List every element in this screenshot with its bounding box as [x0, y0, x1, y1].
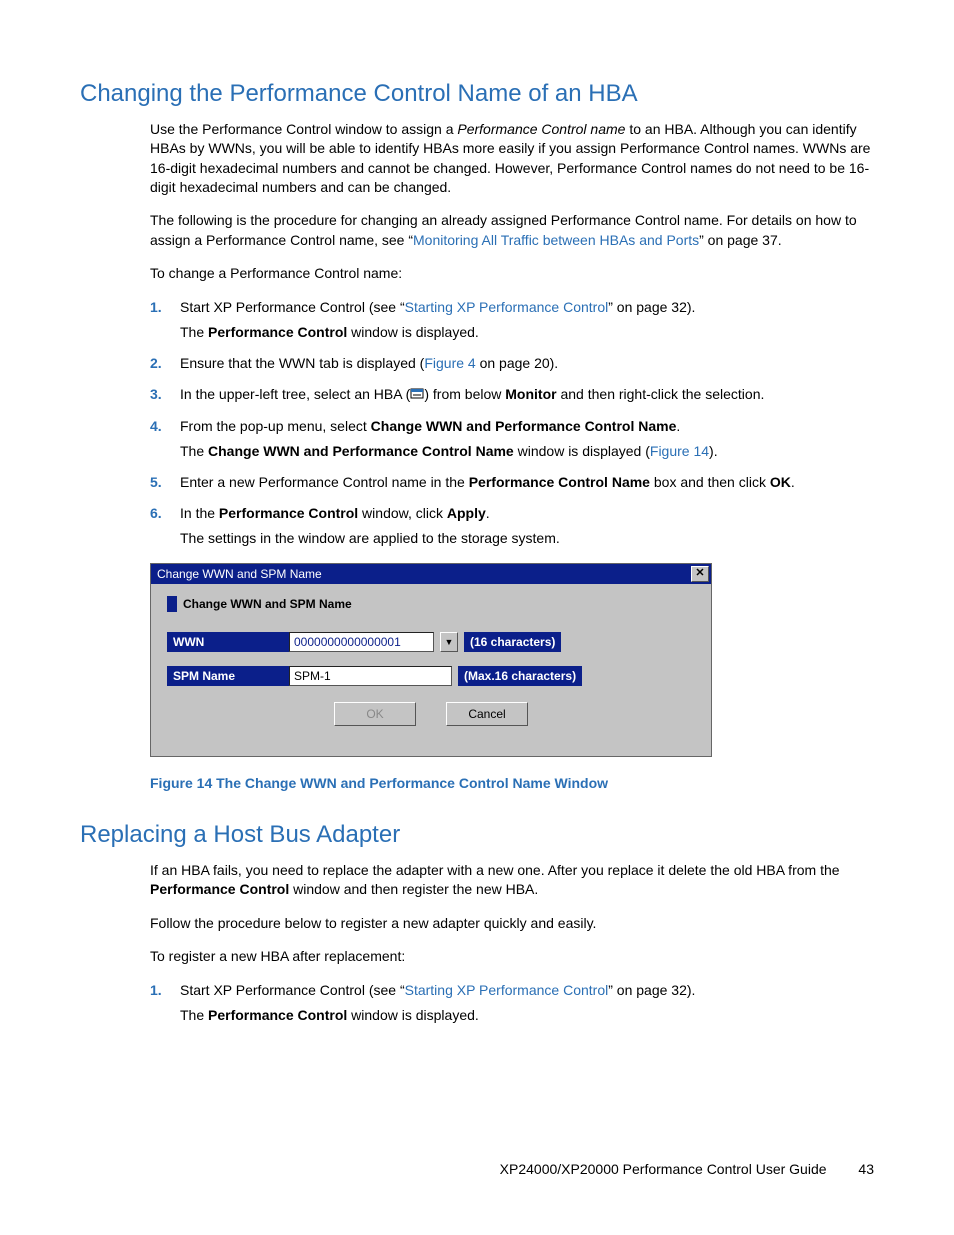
- step-sub: The Change WWN and Performance Control N…: [180, 441, 874, 462]
- text: ” on page 37.: [699, 232, 782, 248]
- text-bold: Change WWN and Performance Control Name: [208, 443, 514, 459]
- close-icon[interactable]: ✕: [691, 566, 709, 582]
- dialog-title: Change WWN and SPM Name: [157, 567, 322, 581]
- page-number: 43: [858, 1161, 874, 1177]
- cancel-button[interactable]: Cancel: [446, 702, 528, 726]
- link-figure-4[interactable]: Figure 4: [424, 355, 475, 371]
- text: Ensure that the WWN tab is displayed (: [180, 355, 424, 371]
- text: Enter a new Performance Control name in …: [180, 474, 469, 490]
- text-bold: Performance Control: [208, 1007, 347, 1023]
- text: The: [180, 443, 208, 459]
- paragraph: Follow the procedure below to register a…: [150, 914, 874, 933]
- text: window, click: [358, 505, 447, 521]
- square-icon: [167, 596, 177, 612]
- wwn-label: WWN: [167, 632, 289, 652]
- step-4: From the pop-up menu, select Change WWN …: [150, 416, 874, 462]
- text: on page 20).: [476, 355, 559, 371]
- paragraph: The following is the procedure for chang…: [150, 211, 874, 250]
- heading-replacing-hba: Replacing a Host Bus Adapter: [80, 821, 874, 849]
- text-bold: Performance Control: [219, 505, 358, 521]
- dialog-titlebar: Change WWN and SPM Name ✕: [151, 564, 711, 584]
- text-bold: OK: [770, 474, 791, 490]
- spm-label: SPM Name: [167, 666, 289, 686]
- step-6: In the Performance Control window, click…: [150, 503, 874, 549]
- text-bold: Apply: [447, 505, 486, 521]
- paragraph: Use the Performance Control window to as…: [150, 120, 874, 197]
- text: ).: [709, 443, 718, 459]
- text: .: [486, 505, 490, 521]
- spm-hint: (Max.16 characters): [458, 666, 582, 686]
- wwn-hint: (16 characters): [464, 632, 561, 652]
- text: In the upper-left tree, select an HBA (: [180, 386, 410, 402]
- paragraph: To change a Performance Control name:: [150, 264, 874, 283]
- text: window is displayed (: [514, 443, 650, 459]
- dialog-change-wwn-spm: Change WWN and SPM Name ✕ Change WWN and…: [150, 563, 712, 757]
- text: Start XP Performance Control (see “: [180, 982, 405, 998]
- text: If an HBA fails, you need to replace the…: [150, 862, 840, 878]
- step-3: In the upper-left tree, select an HBA ()…: [150, 384, 874, 406]
- link-monitoring-traffic[interactable]: Monitoring All Traffic between HBAs and …: [413, 232, 699, 248]
- paragraph: To register a new HBA after replacement:: [150, 947, 874, 966]
- text: Start XP Performance Control (see “: [180, 299, 405, 315]
- text-bold: Performance Control: [208, 324, 347, 340]
- text: The: [180, 1007, 208, 1023]
- spm-input[interactable]: SPM-1: [289, 666, 452, 686]
- text: From the pop-up menu, select: [180, 418, 371, 434]
- text: In the: [180, 505, 219, 521]
- step-sub: The Performance Control window is displa…: [180, 1005, 874, 1026]
- text: Change WWN and SPM Name: [183, 597, 352, 611]
- text: ) from below: [424, 386, 505, 402]
- dropdown-icon[interactable]: ▼: [440, 632, 458, 652]
- text: window is displayed.: [347, 324, 479, 340]
- text: ” on page 32).: [608, 299, 695, 315]
- link-starting-xp-pc-2[interactable]: Starting XP Performance Control: [405, 982, 609, 998]
- wwn-input[interactable]: 0000000000000001: [289, 632, 434, 652]
- footer-text: XP24000/XP20000 Performance Control User…: [500, 1161, 827, 1177]
- text: box and then click: [650, 474, 770, 490]
- link-starting-xp-pc[interactable]: Starting XP Performance Control: [405, 299, 609, 315]
- steps-list-2: Start XP Performance Control (see “Start…: [150, 980, 874, 1026]
- text: The: [180, 324, 208, 340]
- text-bold: Performance Control: [150, 881, 289, 897]
- step-2: Ensure that the WWN tab is displayed (Fi…: [150, 353, 874, 374]
- step-5: Enter a new Performance Control name in …: [150, 472, 874, 493]
- text-emph: Performance Control name: [457, 121, 625, 137]
- figure-caption: Figure 14 The Change WWN and Performance…: [150, 775, 874, 791]
- dialog-panel-title: Change WWN and SPM Name: [167, 596, 695, 612]
- text-bold: Change WWN and Performance Control Name: [371, 418, 677, 434]
- text: window is displayed.: [347, 1007, 479, 1023]
- step-1: Start XP Performance Control (see “Start…: [150, 297, 874, 343]
- page-footer: XP24000/XP20000 Performance Control User…: [500, 1161, 874, 1177]
- heading-changing-pc-name: Changing the Performance Control Name of…: [80, 80, 874, 108]
- spm-row: SPM Name SPM-1 (Max.16 characters): [167, 666, 695, 686]
- text: Use the Performance Control window to as…: [150, 121, 457, 137]
- text: .: [791, 474, 795, 490]
- step-sub: The Performance Control window is displa…: [180, 322, 874, 343]
- text: and then right-click the selection.: [557, 386, 765, 402]
- text: ” on page 32).: [608, 982, 695, 998]
- text-bold: Performance Control Name: [469, 474, 650, 490]
- text-bold: Monitor: [505, 386, 556, 402]
- wwn-row: WWN 0000000000000001 ▼ (16 characters): [167, 632, 695, 652]
- hba-icon: [410, 385, 424, 406]
- paragraph: If an HBA fails, you need to replace the…: [150, 861, 874, 900]
- step-sub: The settings in the window are applied t…: [180, 528, 874, 549]
- ok-button[interactable]: OK: [334, 702, 416, 726]
- text: window and then register the new HBA.: [289, 881, 538, 897]
- link-figure-14[interactable]: Figure 14: [650, 443, 709, 459]
- step-1: Start XP Performance Control (see “Start…: [150, 980, 874, 1026]
- text: .: [676, 418, 680, 434]
- steps-list: Start XP Performance Control (see “Start…: [150, 297, 874, 549]
